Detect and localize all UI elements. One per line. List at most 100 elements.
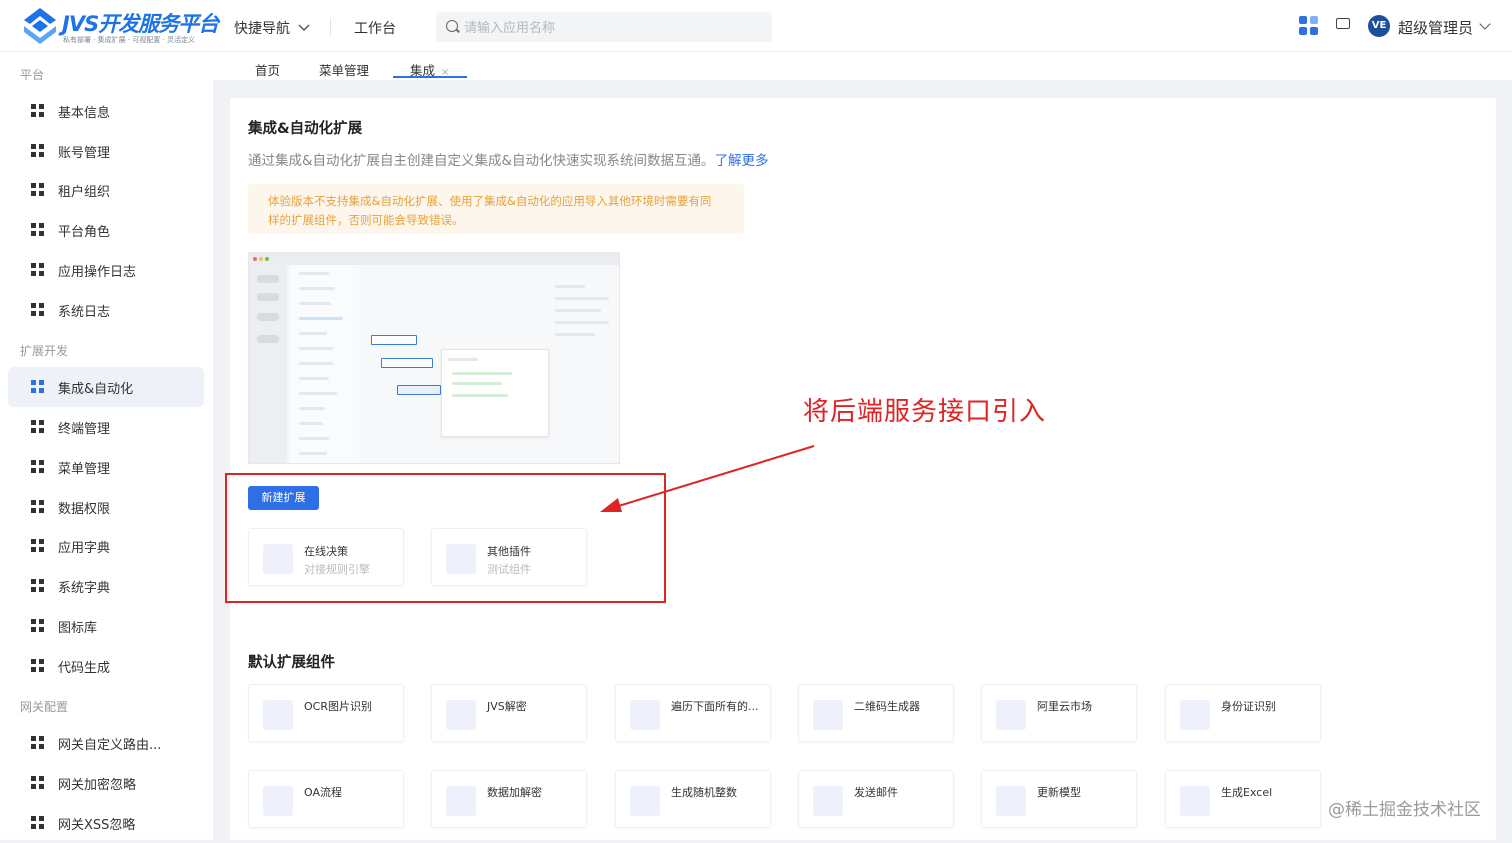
sidebar-item-tenant-org[interactable]: 租户组织: [8, 170, 204, 210]
preview-line: [452, 394, 508, 397]
sidebar-group-gateway: 网关配置: [20, 700, 69, 714]
sidebar-item-gateway-routes[interactable]: 网关自定义路由...: [8, 723, 204, 763]
preview-line: [299, 287, 335, 290]
grid-icon: [31, 776, 45, 790]
logo-mark-icon: [24, 8, 56, 44]
preview-line: [299, 362, 333, 365]
workbench-link[interactable]: 工作台: [354, 18, 396, 38]
component-card[interactable]: 发送邮件: [798, 770, 954, 828]
nav-divider: [330, 18, 331, 36]
sidebar-item-app-logs[interactable]: 应用操作日志: [8, 250, 204, 290]
preview-json-card: [441, 349, 549, 437]
preview-line: [299, 422, 323, 425]
top-header: JVS开发服务平台 私有部署 · 集成扩展 · 可视配置 · 灵活定义 快捷导航…: [0, 0, 1512, 52]
sidebar-item-system-dictionary[interactable]: 系统字典: [8, 566, 204, 606]
grid-icon: [31, 263, 45, 277]
preview-sidebar: [249, 265, 287, 463]
sidebar-item-menus[interactable]: 菜单管理: [8, 447, 204, 487]
preview-dot: [253, 257, 257, 261]
sidebar-item-app-dictionary[interactable]: 应用字典: [8, 526, 204, 566]
logo[interactable]: JVS开发服务平台 私有部署 · 集成扩展 · 可视配置 · 灵活定义: [22, 6, 219, 46]
sidebar: 平台 基本信息 账号管理 租户组织 平台角色 应用操作日志 系统日志 扩展开发 …: [0, 52, 213, 840]
user-menu-chevron-icon[interactable]: [1479, 18, 1491, 30]
grid-icon: [31, 460, 45, 474]
grid-icon: [31, 659, 45, 673]
tab-bar: 首页 菜单管理 集成 ×: [213, 52, 1512, 80]
grid-icon: [31, 104, 45, 118]
component-icon: [446, 700, 476, 730]
sidebar-item-basic-info[interactable]: 基本信息: [8, 91, 204, 131]
preview-line: [555, 309, 601, 312]
page-title: 集成&自动化扩展: [248, 121, 363, 137]
grid-icon: [31, 303, 45, 317]
sidebar-item-accounts[interactable]: 账号管理: [8, 131, 204, 171]
sidebar-item-label: 应用字典: [58, 541, 111, 556]
sidebar-item-gateway-encrypt-ignore[interactable]: 网关加密忽略: [8, 763, 204, 803]
sidebar-item-code-generation[interactable]: 代码生成: [8, 646, 204, 686]
warning-line: 体验版本不支持集成&自动化扩展、使用了集成&自动化的应用导入其他环境时需要有同: [268, 194, 712, 208]
sidebar-item-terminals[interactable]: 终端管理: [8, 407, 204, 447]
component-card[interactable]: 阿里云市场: [981, 684, 1137, 742]
sidebar-item-data-permissions[interactable]: 数据权限: [8, 487, 204, 527]
sidebar-item-label: 租户组织: [58, 185, 111, 200]
component-card[interactable]: 更新模型: [981, 770, 1137, 828]
description-text: 通过集成&自动化扩展自主创建自定义集成&自动化快速实现系统间数据互通。: [248, 153, 715, 169]
search-input[interactable]: [462, 12, 766, 44]
component-card[interactable]: 生成随机整数: [615, 770, 771, 828]
annotation-highlight-box: [225, 473, 666, 603]
logo-title: JVS开发服务平台: [62, 12, 219, 36]
preview-pill: [257, 313, 279, 321]
component-card[interactable]: OA流程: [248, 770, 404, 828]
preview-component-list: [289, 265, 359, 463]
apps-grid-icon[interactable]: [1299, 16, 1319, 36]
preview-line: [299, 437, 329, 440]
avatar[interactable]: VE: [1368, 15, 1390, 37]
component-title: OCR图片识别: [304, 700, 372, 713]
component-card[interactable]: 遍历下面所有的...: [615, 684, 771, 742]
sidebar-item-integration[interactable]: 集成&自动化: [8, 367, 204, 407]
learn-more-link[interactable]: 了解更多: [715, 153, 769, 169]
user-name[interactable]: 超级管理员: [1398, 17, 1473, 38]
message-icon[interactable]: [1336, 18, 1350, 29]
component-icon: [1180, 786, 1210, 816]
component-card[interactable]: 二维码生成器: [798, 684, 954, 742]
sidebar-item-system-logs[interactable]: 系统日志: [8, 290, 204, 330]
grid-icon: [31, 223, 45, 237]
quick-nav-menu[interactable]: 快捷导航: [234, 18, 310, 38]
active-tab-indicator: [393, 76, 467, 78]
component-card[interactable]: 数据加解密: [431, 770, 587, 828]
watermark: @稀土掘金技术社区: [1328, 800, 1481, 820]
preview-pill: [257, 275, 279, 283]
tab-home[interactable]: 首页: [255, 60, 280, 79]
sidebar-item-platform-roles[interactable]: 平台角色: [8, 210, 204, 250]
main-panel: 集成&自动化扩展 通过集成&自动化扩展自主创建自定义集成&自动化快速实现系统间数…: [230, 98, 1496, 840]
sidebar-item-label: 平台角色: [58, 225, 111, 240]
preview-line: [299, 392, 337, 395]
sidebar-item-label: 网关自定义路由...: [58, 738, 162, 753]
component-card[interactable]: 身份证识别: [1165, 684, 1321, 742]
sidebar-item-gateway-xss-ignore[interactable]: 网关XSS忽略: [8, 803, 204, 843]
app-search[interactable]: [436, 12, 772, 44]
component-card[interactable]: OCR图片识别: [248, 684, 404, 742]
page-description: 通过集成&自动化扩展自主创建自定义集成&自动化快速实现系统间数据互通。了解更多: [248, 149, 769, 169]
sidebar-item-icon-library[interactable]: 图标库: [8, 606, 204, 646]
component-card[interactable]: JVS解密: [431, 684, 587, 742]
component-card[interactable]: 生成Excel: [1165, 770, 1321, 828]
preview-line: [299, 377, 329, 380]
sidebar-item-label: 集成&自动化: [58, 382, 134, 397]
component-icon: [1180, 700, 1210, 730]
grid-icon: [31, 619, 45, 633]
component-icon: [813, 700, 843, 730]
grid-icon: [31, 420, 45, 434]
component-title: 生成Excel: [1221, 786, 1273, 799]
sidebar-item-label: 系统日志: [58, 305, 111, 320]
component-icon: [996, 786, 1026, 816]
sidebar-item-label: 网关XSS忽略: [58, 818, 136, 833]
component-icon: [630, 700, 660, 730]
preview-line: [299, 302, 331, 305]
component-icon: [263, 786, 293, 816]
component-title: 数据加解密: [487, 786, 542, 799]
component-title: 生成随机整数: [671, 786, 737, 799]
search-icon: [446, 20, 458, 32]
tab-menu-management[interactable]: 菜单管理: [319, 60, 369, 79]
